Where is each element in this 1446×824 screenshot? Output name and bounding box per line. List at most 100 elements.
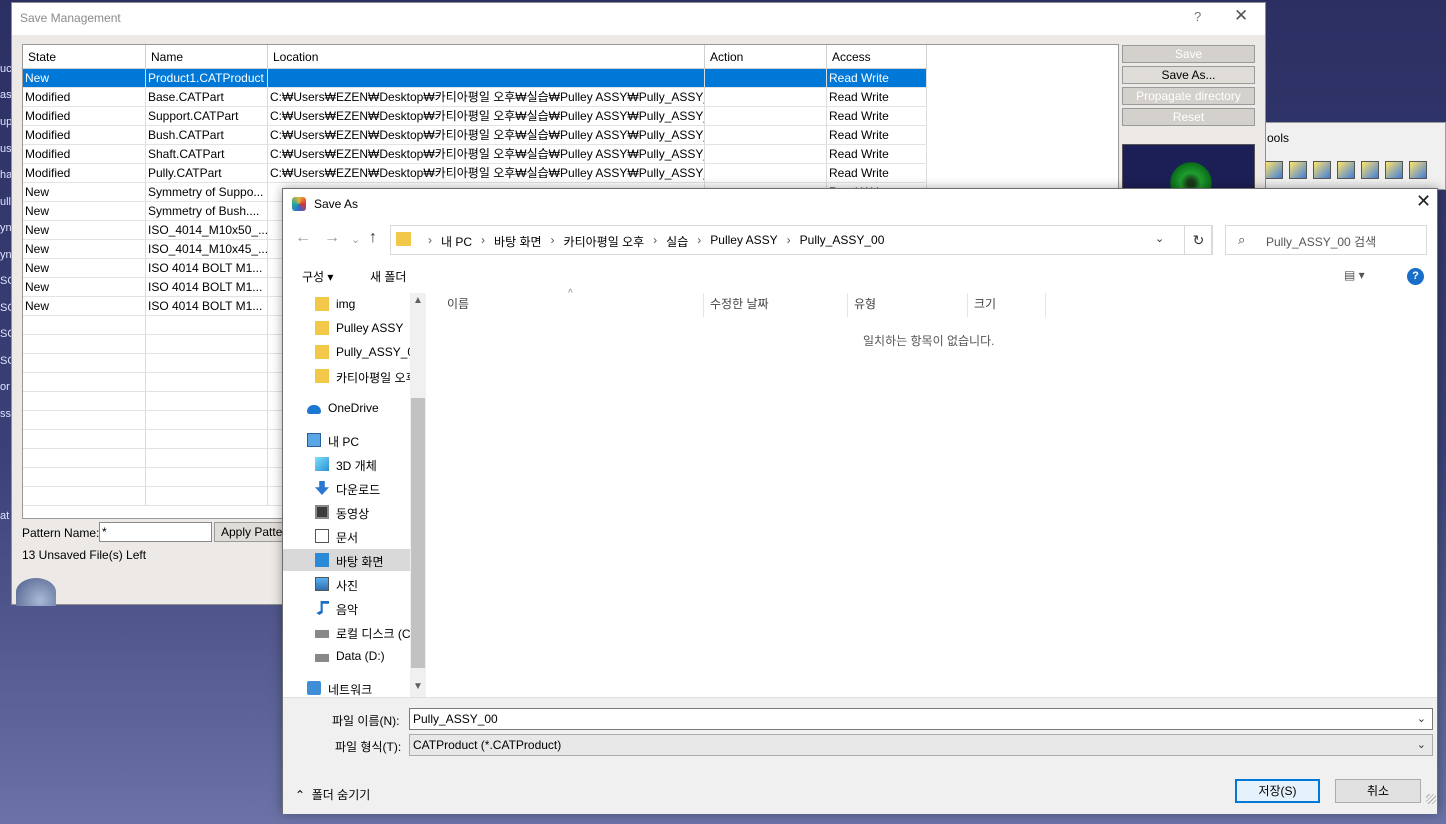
table-cell-name — [146, 468, 268, 487]
hide-folders-button[interactable]: ⌃ 폴더 숨기기 — [295, 786, 370, 803]
column-header-location[interactable]: Location — [268, 45, 705, 69]
scroll-up-icon[interactable]: ▲ — [413, 295, 423, 306]
download-icon — [315, 481, 329, 495]
chevron-down-icon[interactable]: ⌄ — [1417, 709, 1426, 729]
table-row[interactable]: New Product1.CATProduct Read Write — [23, 69, 938, 88]
table-row[interactable]: Modified Shaft.CATPart C:₩Users₩EZEN₩Deskt… — [23, 145, 938, 164]
scroll-thumb[interactable] — [411, 398, 425, 668]
table-cell-name: Support.CATPart — [146, 107, 268, 126]
close-button[interactable]: ✕ — [1416, 191, 1431, 212]
nav-item[interactable]: img — [283, 293, 410, 315]
new-folder-button[interactable]: 새 폴더 — [370, 268, 406, 285]
column-header-access[interactable]: Access — [827, 45, 927, 69]
toolbar-tool-icon[interactable] — [1337, 161, 1355, 179]
nav-item-label: 문서 — [336, 531, 359, 545]
toolbar-tool-icon[interactable] — [1361, 161, 1379, 179]
chevron-down-icon[interactable]: ⌄ — [1155, 232, 1164, 245]
breadcrumb-separator-icon[interactable]: › — [428, 233, 432, 250]
breadcrumb-separator-icon[interactable]: › — [551, 233, 555, 250]
navigation-scrollbar[interactable]: ▲ ▼ — [410, 293, 426, 697]
column-header-size[interactable]: 크기 — [968, 293, 1046, 317]
save-as-titlebar[interactable]: Save As ✕ — [283, 189, 1437, 219]
reset-button[interactable]: Reset — [1122, 108, 1255, 126]
nav-item[interactable]: 카티아평일 오후 — [283, 365, 410, 387]
recent-locations-icon[interactable]: ⌄ — [351, 233, 360, 246]
table-cell-access: Read Write — [827, 126, 927, 145]
close-button[interactable]: ✕ — [1234, 6, 1248, 26]
table-cell-location: C:₩Users₩EZEN₩Desktop₩카티아평일 오후₩실습₩Pulley… — [268, 107, 705, 126]
save-button[interactable]: 저장(S) — [1235, 779, 1320, 803]
breadcrumb-item[interactable]: 내 PC — [441, 233, 472, 250]
scroll-down-icon[interactable]: ▼ — [413, 681, 423, 692]
column-header-date-modified[interactable]: 수정한 날짜 — [704, 293, 848, 317]
toolbar-tool-icon[interactable] — [1409, 161, 1427, 179]
nav-item[interactable]: 네트워크 — [283, 677, 410, 697]
filetype-value: CATProduct (*.CATProduct) — [413, 738, 562, 752]
nav-item[interactable]: Pully_ASSY_00 — [283, 341, 410, 363]
nav-item[interactable]: 3D 개체 — [283, 453, 410, 475]
folder-icon — [396, 232, 411, 246]
search-placeholder: Pully_ASSY_00 검색 — [1266, 235, 1377, 249]
table-row[interactable]: Modified Bush.CATPart C:₩Users₩EZEN₩Deskto… — [23, 126, 938, 145]
column-header-name[interactable]: Name — [146, 45, 268, 69]
save-as-button[interactable]: Save As... — [1122, 66, 1255, 84]
back-arrow-icon[interactable]: ← — [295, 229, 311, 247]
breadcrumb-item[interactable]: Pulley ASSY — [710, 233, 777, 250]
up-arrow-icon[interactable]: ↑ — [369, 229, 377, 247]
column-header-type[interactable]: 유형 — [848, 293, 968, 317]
table-row[interactable]: Modified Base.CATPart C:₩Users₩EZEN₩Deskto… — [23, 88, 938, 107]
view-options-button[interactable]: ▤ ▾ — [1344, 268, 1365, 282]
toolbar-tool-icon[interactable] — [1385, 161, 1403, 179]
chevron-down-icon[interactable]: ⌄ — [1417, 735, 1426, 755]
breadcrumb-item[interactable]: Pully_ASSY_00 — [800, 233, 885, 250]
nav-item[interactable]: 동영상 — [283, 501, 410, 523]
cancel-button[interactable]: 취소 — [1335, 779, 1421, 803]
save-button[interactable]: Save — [1122, 45, 1255, 63]
table-cell-state: New — [23, 259, 146, 278]
column-header-name[interactable]: 이름 — [427, 293, 704, 317]
pattern-name-input[interactable]: * — [99, 522, 212, 542]
toolbar-tool-icon[interactable] — [1265, 161, 1283, 179]
nav-item[interactable]: 내 PC — [283, 429, 410, 451]
breadcrumb-separator-icon[interactable]: › — [787, 233, 791, 250]
breadcrumb-item[interactable]: 카티아평일 오후 — [564, 233, 645, 250]
table-row[interactable]: Modified Support.CATPart C:₩Users₩EZEN₩Des… — [23, 107, 938, 126]
filename-input[interactable]: Pully_ASSY_00 ⌄ — [409, 708, 1433, 730]
search-input[interactable]: ⌕ Pully_ASSY_00 검색 — [1225, 225, 1427, 255]
column-header-action[interactable]: Action — [705, 45, 827, 69]
help-icon[interactable]: ? — [1407, 268, 1424, 285]
breadcrumb-separator-icon[interactable]: › — [653, 233, 657, 250]
breadcrumb-item[interactable]: 바탕 화면 — [494, 233, 542, 250]
nav-item[interactable]: 문서 — [283, 525, 410, 547]
breadcrumb-separator-icon[interactable]: › — [481, 233, 485, 250]
breadcrumb-item[interactable]: 실습 — [666, 233, 688, 250]
nav-item[interactable]: 바탕 화면 — [283, 549, 410, 571]
nav-item[interactable]: 음악 — [283, 597, 410, 619]
address-bar[interactable]: › 내 PC › 바탕 화면 › 카티아평일 오후 › 실습 › Pulley ASSY › Pull… — [390, 225, 1212, 255]
table-cell-name — [146, 430, 268, 449]
nav-item[interactable]: 다운로드 — [283, 477, 410, 499]
filetype-select[interactable]: CATProduct (*.CATProduct) ⌄ — [409, 734, 1433, 756]
nav-item[interactable]: 로컬 디스크 (C:) — [283, 621, 410, 643]
background-toolbar: ools — [1262, 122, 1446, 190]
nav-item[interactable]: Pulley ASSY — [283, 317, 410, 339]
table-row[interactable]: Modified Pully.CATPart C:₩Users₩EZEN₩Deskt… — [23, 164, 938, 183]
help-button[interactable]: ? — [1194, 9, 1201, 24]
nav-item[interactable]: 사진 — [283, 573, 410, 595]
toolbar-tool-icon[interactable] — [1313, 161, 1331, 179]
nav-item[interactable]: Data (D:) — [283, 645, 410, 667]
propagate-directory-button[interactable]: Propagate directory — [1122, 87, 1255, 105]
refresh-icon[interactable]: ↻ — [1184, 225, 1213, 255]
app-icon — [292, 197, 306, 211]
forward-arrow-icon[interactable]: → — [324, 229, 340, 247]
nav-item[interactable]: OneDrive — [283, 397, 410, 419]
toolbar-tool-icon[interactable] — [1289, 161, 1307, 179]
column-header-state[interactable]: State — [23, 45, 146, 69]
resize-grip-icon[interactable] — [1426, 794, 1436, 804]
table-cell-name: Symmetry of Bush.... — [146, 202, 268, 221]
table-cell-state — [23, 392, 146, 411]
save-management-titlebar[interactable]: Save Management ? ✕ — [12, 3, 1265, 35]
organize-menu[interactable]: 구성 ▾ — [302, 268, 333, 285]
breadcrumb-separator-icon[interactable]: › — [697, 233, 701, 250]
table-cell-name: ISO_4014_M10x50_... — [146, 221, 268, 240]
